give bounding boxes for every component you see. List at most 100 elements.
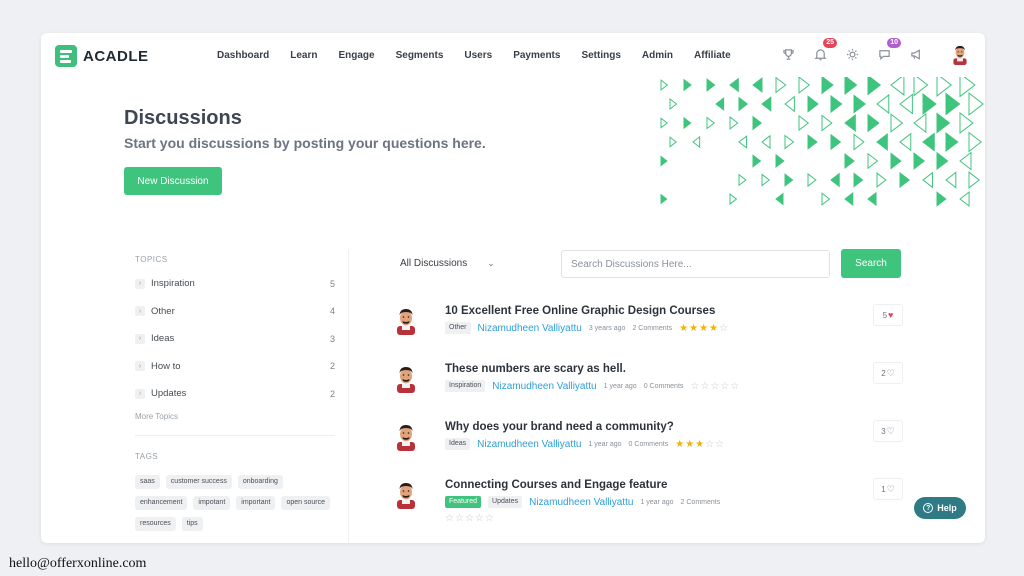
top-header: ACADLE Dashboard Learn Engage Segments Users… (41, 33, 985, 81)
like-button[interactable]: 5 ♥ (873, 304, 903, 326)
nav-segments[interactable]: Segments (396, 50, 444, 61)
discussion-row[interactable]: 10 Excellent Free Online Graphic Design … (393, 304, 903, 357)
discussion-title[interactable]: 10 Excellent Free Online Graphic Design … (445, 305, 715, 317)
topic-item[interactable]: › Other 4 (135, 298, 335, 326)
tag-chip[interactable]: saas (135, 474, 160, 489)
tag-chip[interactable]: onboarding (237, 474, 283, 489)
search-input[interactable] (561, 250, 830, 278)
topic-item[interactable]: › How to 2 (135, 353, 335, 381)
discussion-row[interactable]: Why does your brand need a community? Ide… (393, 420, 903, 473)
nav-settings[interactable]: Settings (581, 50, 620, 61)
megaphone-icon[interactable] (907, 45, 925, 63)
author-avatar[interactable] (393, 305, 419, 335)
pattern-triangle (807, 172, 817, 188)
like-button[interactable]: 2 ♡ (873, 362, 903, 384)
messages-badge: 10 (887, 38, 901, 48)
star-rating[interactable]: ★★★★☆ (679, 323, 729, 334)
like-button[interactable]: 1 ♡ (873, 478, 903, 500)
footer-email: hello@offerxonline.com (9, 556, 147, 571)
tag-chip[interactable]: open source (281, 495, 330, 510)
new-discussion-button[interactable]: New Discussion (124, 167, 222, 195)
topic-item[interactable]: › Updates 2 (135, 380, 335, 408)
topic-badge[interactable]: Updates (488, 496, 523, 508)
star-filled-icon: ★ (699, 322, 710, 334)
pattern-triangle (761, 96, 772, 112)
post-time: 1 year ago (588, 440, 622, 448)
nav-payments[interactable]: Payments (513, 50, 560, 61)
topic-badge[interactable]: Ideas (445, 438, 471, 450)
pattern-triangle (876, 172, 887, 188)
heart-icon: ♥ (888, 310, 894, 320)
pattern-triangle (913, 77, 929, 97)
author-avatar[interactable] (393, 421, 419, 451)
author-link[interactable]: Nizamudheen Valliyattu (477, 439, 581, 450)
pattern-triangle (959, 151, 972, 171)
discussion-row[interactable]: Connecting Courses and Engage feature Fea… (393, 478, 903, 531)
tag-chip[interactable]: resources (135, 516, 176, 531)
author-avatar[interactable] (393, 363, 419, 393)
tag-chip[interactable]: enhancement (135, 495, 188, 510)
pattern-triangle (660, 117, 668, 129)
user-avatar[interactable] (949, 43, 971, 65)
nav-users[interactable]: Users (464, 50, 492, 61)
tag-chip[interactable]: tips (181, 516, 203, 531)
pattern-triangle (738, 135, 748, 149)
tag-chip[interactable]: customer success (165, 474, 232, 489)
nav-admin[interactable]: Admin (642, 50, 673, 61)
discussion-filter-dropdown[interactable]: All Discussions ⌄ (400, 258, 495, 269)
tag-chip[interactable]: important (236, 495, 276, 510)
post-time: 1 year ago (640, 498, 674, 506)
topic-item[interactable]: › Inspiration 5 (135, 270, 335, 298)
help-button[interactable]: ? Help (914, 497, 966, 519)
sun-icon[interactable] (843, 45, 861, 63)
nav-dashboard[interactable]: Dashboard (217, 50, 269, 61)
chevron-right-icon: › (135, 306, 145, 317)
pattern-triangle (844, 153, 855, 169)
discussion-title[interactable]: Connecting Courses and Engage feature (445, 479, 667, 491)
heart-icon: ♡ (886, 483, 895, 494)
pattern-triangle (968, 171, 980, 189)
pattern-triangle (830, 133, 842, 151)
author-link[interactable]: Nizamudheen Valliyattu (492, 381, 596, 392)
topic-badge[interactable]: Other (445, 322, 471, 334)
pattern-triangle (669, 98, 678, 110)
star-empty-icon: ☆ (715, 438, 726, 450)
nav-learn[interactable]: Learn (290, 50, 317, 61)
author-link[interactable]: Nizamudheen Valliyattu (529, 497, 633, 508)
logo-text: ACADLE (83, 47, 149, 65)
nav-affiliate[interactable]: Affiliate (694, 50, 731, 61)
discussion-title[interactable]: Why does your brand need a community? (445, 421, 674, 433)
author-link[interactable]: Nizamudheen Valliyattu (478, 323, 582, 334)
more-topics-link[interactable]: More Topics (135, 412, 335, 421)
like-button[interactable]: 3 ♡ (873, 420, 903, 442)
discussion-meta: Featured Updates Nizamudheen Valliyattu 1 y… (445, 496, 720, 508)
topic-badge[interactable]: Inspiration (445, 380, 486, 392)
star-rating[interactable]: ☆☆☆☆☆ (445, 513, 495, 524)
main-nav: Dashboard Learn Engage Segments Users Payment… (217, 50, 731, 61)
pattern-triangle (752, 154, 762, 168)
pattern-triangle (844, 114, 856, 132)
pattern-triangle (968, 131, 982, 153)
author-avatar[interactable] (393, 479, 419, 509)
discussion-title[interactable]: These numbers are scary as hell. (445, 363, 626, 375)
search-button[interactable]: Search (841, 249, 901, 278)
tag-chip[interactable]: impotant (193, 495, 231, 510)
pattern-triangle (807, 134, 818, 150)
trophy-icon[interactable] (779, 45, 797, 63)
filter-selected-value: All Discussions (400, 258, 468, 269)
pattern-triangle (959, 191, 970, 207)
pattern-triangle (706, 116, 715, 130)
topic-item[interactable]: › Ideas 3 (135, 325, 335, 353)
star-rating[interactable]: ☆☆☆☆☆ (690, 381, 740, 392)
star-empty-icon: ☆ (464, 513, 475, 524)
chat-icon[interactable]: 10 (875, 38, 901, 63)
featured-badge: Featured (445, 496, 482, 508)
pattern-triangle (821, 77, 834, 95)
logo[interactable]: ACADLE (55, 45, 149, 67)
discussion-row[interactable]: These numbers are scary as hell. Inspirat… (393, 362, 903, 415)
nav-engage[interactable]: Engage (338, 50, 374, 61)
discussion-meta: Inspiration Nizamudheen Valliyattu 1 year … (445, 380, 740, 392)
star-rating[interactable]: ★★★☆☆ (675, 439, 725, 450)
question-icon: ? (923, 503, 934, 513)
bell-icon[interactable]: 25 (811, 38, 837, 63)
